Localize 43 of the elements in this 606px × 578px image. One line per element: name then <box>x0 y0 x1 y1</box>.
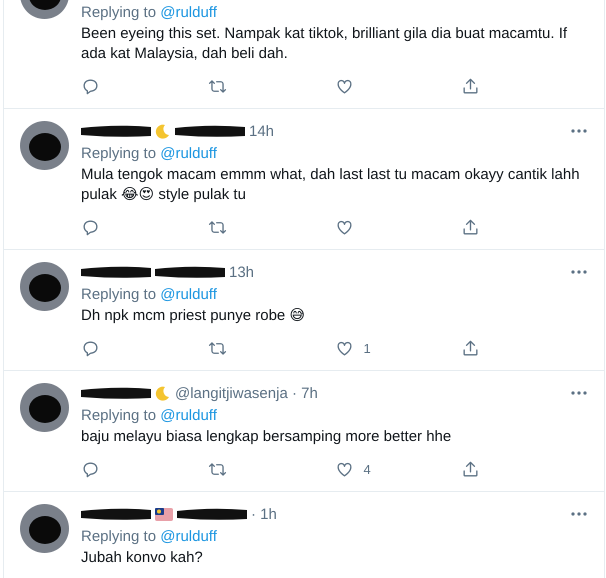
share-icon[interactable] <box>461 338 480 358</box>
share-icon[interactable] <box>461 76 480 96</box>
reply-icon[interactable] <box>81 76 100 96</box>
redaction-mark <box>81 265 151 279</box>
like-count: 4 <box>364 462 371 476</box>
redaction-mark <box>177 507 247 521</box>
moon-icon <box>155 123 171 139</box>
mention-link[interactable]: @rulduff <box>160 145 217 162</box>
avatar[interactable] <box>20 262 69 311</box>
tweet-meta: 13h <box>229 264 254 280</box>
mention-link[interactable]: @rulduff <box>160 528 217 545</box>
reply-icon[interactable] <box>81 218 100 236</box>
tweet-text: Been eyeing this set. Nampak kat tiktok, brilliant gila dia buat macamtu. If ada kat Malaysia, dah beli dah. <box>81 24 568 64</box>
redaction-mark <box>81 386 151 400</box>
tweet-text: Dh npk mcm priest punye robe 😅 <box>81 306 306 326</box>
moon-icon <box>155 385 171 401</box>
avatar[interactable] <box>20 121 69 170</box>
reply-icon[interactable] <box>81 460 100 478</box>
share-icon[interactable] <box>461 460 480 478</box>
tweet-meta: 14h <box>249 122 274 140</box>
avatar[interactable] <box>20 383 69 432</box>
share-icon[interactable] <box>461 218 480 236</box>
tweet-meta: @langitjiwasenja · 7h <box>175 384 318 402</box>
avatar[interactable] <box>20 504 69 553</box>
reply-icon[interactable] <box>81 338 100 358</box>
tweet-text: Mula tengok macam emmm what, dah last last tu macam okayy cantik lahh pulak 😂😍 style pulak tu <box>81 165 581 205</box>
redaction-mark <box>81 124 151 138</box>
mention-link[interactable]: @rulduff <box>160 286 217 303</box>
redaction-mark <box>155 265 225 279</box>
replying-to: Replying to @rulduff <box>81 3 218 23</box>
replying-to: Replying to @rulduff <box>81 144 218 164</box>
tweet-text: Jubah konvo kah? <box>81 548 204 568</box>
like-count: 1 <box>364 340 371 356</box>
redaction-mark <box>175 124 245 138</box>
flag-icon <box>155 508 173 520</box>
mention-link[interactable]: @rulduff <box>160 407 217 424</box>
mention-link[interactable]: @rulduff <box>160 4 217 21</box>
tweet-meta: · 1h <box>251 506 277 522</box>
replying-to: Replying to @rulduff <box>81 527 218 547</box>
replying-to: Replying to @rulduff <box>81 406 218 426</box>
redaction-mark <box>81 507 151 521</box>
tweet-text: baju melayu biasa lengkap bersamping more better hhe <box>81 427 452 447</box>
replying-to: Replying to @rulduff <box>81 285 218 305</box>
